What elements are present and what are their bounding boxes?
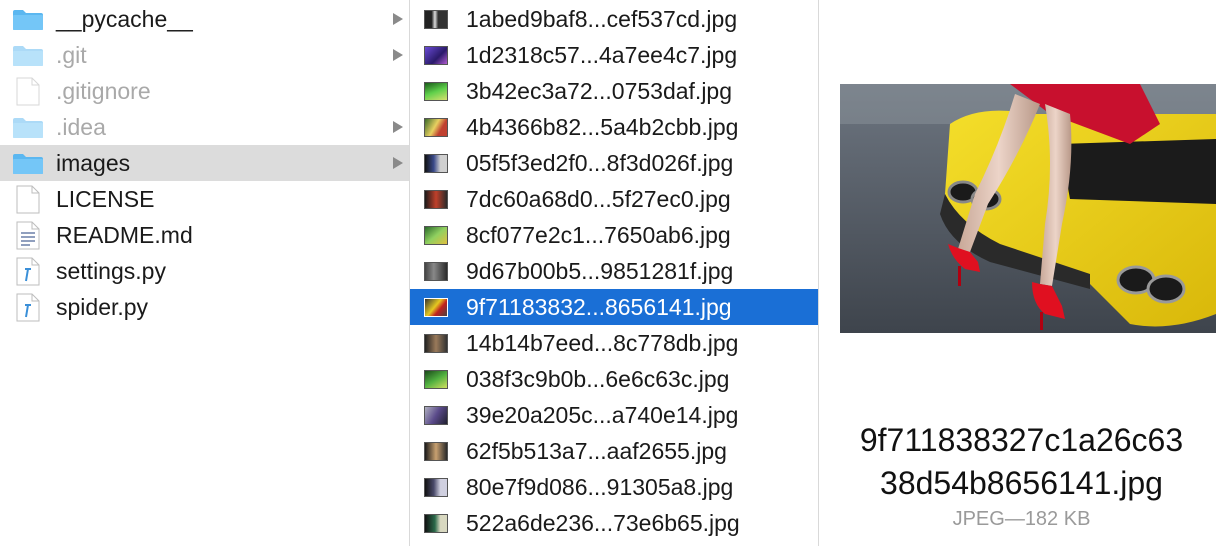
text-file-icon: [16, 221, 40, 250]
file-icon: [16, 185, 40, 214]
image-thumbnail-icon: [424, 406, 448, 425]
file-item-selected[interactable]: 9f71183832...8656141.jpg: [410, 289, 818, 325]
folder-icon: [13, 46, 43, 66]
file-item-label: 522a6de236...73e6b65.jpg: [466, 510, 740, 536]
image-thumbnail-icon: [424, 10, 448, 29]
file-icon: [16, 77, 40, 106]
file-item-license[interactable]: LICENSE: [0, 181, 409, 217]
preview-file-info: JPEG — 182 KB: [819, 508, 1224, 531]
python-file-icon: [16, 257, 40, 286]
image-thumbnail-icon: [424, 46, 448, 65]
chevron-right-icon: [393, 49, 403, 61]
file-item-label: settings.py: [56, 258, 166, 284]
preview-pane: 9f711838327c1a26c63 38d54b8656141.jpg JP…: [819, 0, 1224, 546]
file-item[interactable]: 4b4366b82...5a4b2cbb.jpg: [410, 109, 818, 145]
image-thumbnail-icon: [424, 154, 448, 173]
folder-column: __pycache__ .git .gitignore .idea images…: [0, 0, 409, 546]
image-thumbnail-icon: [424, 334, 448, 353]
file-item-label: 9d67b00b5...9851281f.jpg: [466, 258, 734, 284]
folder-icon: [13, 118, 43, 138]
folder-item-idea[interactable]: .idea: [0, 109, 409, 145]
file-item[interactable]: 14b14b7eed...8c778db.jpg: [410, 325, 818, 361]
file-item-label: README.md: [56, 222, 193, 248]
info-separator: —: [1004, 508, 1025, 530]
folder-item-label: __pycache__: [56, 6, 193, 32]
file-item-label: 14b14b7eed...8c778db.jpg: [466, 330, 739, 356]
image-preview: [840, 84, 1216, 333]
file-item-label: 038f3c9b0b...6e6c63c.jpg: [466, 366, 730, 392]
image-thumbnail-icon: [424, 262, 448, 281]
folder-item-label: images: [56, 150, 131, 176]
file-item[interactable]: 9d67b00b5...9851281f.jpg: [410, 253, 818, 289]
file-item-spider[interactable]: spider.py: [0, 289, 409, 325]
file-item-label: 9f71183832...8656141.jpg: [466, 294, 732, 320]
file-item-label: 1abed9baf8...cef537cd.jpg: [466, 6, 738, 32]
folder-item-git[interactable]: .git: [0, 37, 409, 73]
file-item-label: 80e7f9d086...91305a8.jpg: [466, 474, 734, 500]
file-item[interactable]: 7dc60a68d0...5f27ec0.jpg: [410, 181, 818, 217]
file-kind: JPEG: [952, 508, 1005, 530]
image-thumbnail-icon: [424, 478, 448, 497]
file-item-label: 1d2318c57...4a7ee4c7.jpg: [466, 42, 738, 68]
file-item-gitignore[interactable]: .gitignore: [0, 73, 409, 109]
file-item-label: 3b42ec3a72...0753daf.jpg: [466, 78, 733, 104]
file-item-settings[interactable]: settings.py: [0, 253, 409, 289]
file-item-label: 62f5b513a7...aaf2655.jpg: [466, 438, 727, 464]
file-item-label: LICENSE: [56, 186, 155, 212]
image-thumbnail-icon: [424, 514, 448, 533]
file-item[interactable]: 038f3c9b0b...6e6c63c.jpg: [410, 361, 818, 397]
file-item[interactable]: 62f5b513a7...aaf2655.jpg: [410, 433, 818, 469]
file-item-label: 7dc60a68d0...5f27ec0.jpg: [466, 186, 731, 212]
file-item[interactable]: 05f5f3ed2f0...8f3d026f.jpg: [410, 145, 818, 181]
file-item[interactable]: 522a6de236...73e6b65.jpg: [410, 505, 818, 541]
chevron-right-icon: [393, 121, 403, 133]
file-item-label: spider.py: [56, 294, 149, 320]
chevron-right-icon: [393, 157, 403, 169]
folder-item-images[interactable]: images: [0, 145, 409, 181]
file-item[interactable]: 3b42ec3a72...0753daf.jpg: [410, 73, 818, 109]
file-item-label: 8cf077e2c1...7650ab6.jpg: [466, 222, 731, 248]
file-item[interactable]: 8cf077e2c1...7650ab6.jpg: [410, 217, 818, 253]
image-thumbnail-icon: [424, 370, 448, 389]
python-file-icon: [16, 293, 40, 322]
folder-item-pycache[interactable]: __pycache__: [0, 1, 409, 37]
file-item-label: 39e20a205c...a740e14.jpg: [466, 402, 739, 428]
file-item-label: 05f5f3ed2f0...8f3d026f.jpg: [466, 150, 734, 176]
image-thumbnail-icon: [424, 442, 448, 461]
image-thumbnail-icon: [424, 298, 448, 317]
file-item[interactable]: 1d2318c57...4a7ee4c7.jpg: [410, 37, 818, 73]
folder-icon: [13, 154, 43, 174]
folder-icon: [13, 10, 43, 30]
file-item[interactable]: 39e20a205c...a740e14.jpg: [410, 397, 818, 433]
preview-filename-line2: 38d54b8656141.jpg: [880, 465, 1163, 501]
preview-filename-line1: 9f711838327c1a26c63: [859, 422, 1184, 458]
chevron-right-icon: [393, 13, 403, 25]
image-thumbnail-icon: [424, 226, 448, 245]
file-item-label: 4b4366b82...5a4b2cbb.jpg: [466, 114, 739, 140]
file-item[interactable]: 1abed9baf8...cef537cd.jpg: [410, 1, 818, 37]
file-item-label: .gitignore: [56, 78, 151, 104]
image-thumbnail-icon: [424, 118, 448, 137]
file-item[interactable]: 80e7f9d086...91305a8.jpg: [410, 469, 818, 505]
folder-item-label: .idea: [56, 114, 106, 140]
file-item-readme[interactable]: README.md: [0, 217, 409, 253]
image-thumbnail-icon: [424, 190, 448, 209]
image-thumbnail-icon: [424, 82, 448, 101]
file-size: 182 KB: [1024, 508, 1091, 530]
file-column: 1abed9baf8...cef537cd.jpg 1d2318c57...4a…: [410, 0, 818, 546]
folder-item-label: .git: [56, 42, 87, 68]
